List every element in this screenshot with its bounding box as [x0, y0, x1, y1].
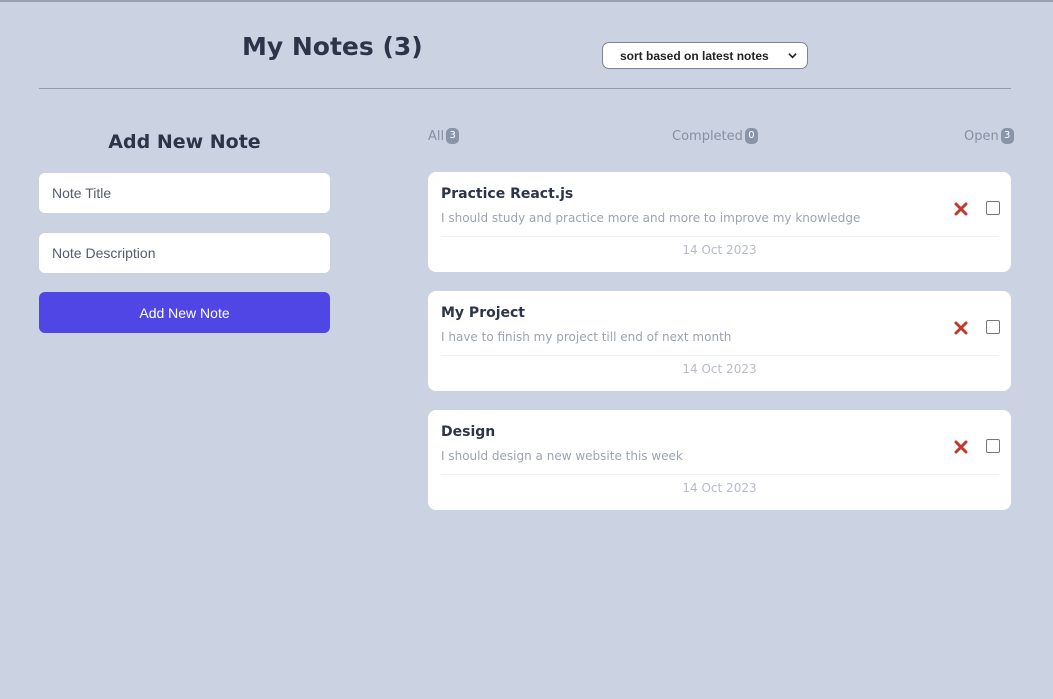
sort-select-value: sort based on latest notes [620, 48, 769, 63]
note-title: Practice React.js [441, 186, 574, 202]
count-badge: 0 [744, 128, 758, 144]
divider [441, 474, 999, 475]
note-date: 14 Oct 2023 [682, 362, 757, 376]
filter-label: Open [964, 128, 999, 144]
form-title: Add New Note [108, 131, 261, 153]
header: My Notes (3) sort based on latest notes [39, 28, 1011, 89]
add-note-button[interactable]: Add New Note [39, 292, 330, 333]
count-badge: 3 [1000, 128, 1014, 144]
note-card: Design I should design a new website thi… [428, 410, 1011, 510]
note-title: Design [441, 424, 496, 440]
add-note-form: Add New Note Note Title Note Description… [39, 128, 330, 333]
filter-label: Completed [672, 128, 743, 144]
note-description-input[interactable]: Note Description [39, 233, 330, 273]
close-x-icon[interactable] [954, 440, 968, 454]
note-date: 14 Oct 2023 [682, 481, 757, 495]
filter-open[interactable]: Open 3 [964, 128, 1014, 144]
filter-all[interactable]: All 3 [428, 128, 460, 144]
filter-tabs: All 3 Completed 0 Open 3 [428, 128, 1014, 148]
note-date: 14 Oct 2023 [682, 243, 757, 257]
divider [441, 236, 999, 237]
close-x-icon[interactable] [954, 321, 968, 335]
note-description: I have to finish my project till end of … [441, 330, 732, 344]
note-description-placeholder: Note Description [52, 245, 156, 261]
complete-checkbox[interactable] [986, 320, 1000, 334]
filter-label: All [428, 128, 445, 144]
chevron-down-icon [788, 53, 797, 59]
window-top-border [0, 0, 1053, 2]
count-badge: 3 [446, 128, 460, 144]
close-x-icon[interactable] [954, 202, 968, 216]
note-title-input[interactable]: Note Title [39, 173, 330, 213]
note-description: I should design a new website this week [441, 449, 683, 463]
sort-select[interactable]: sort based on latest notes [602, 42, 808, 69]
note-title-placeholder: Note Title [52, 185, 112, 201]
page-title: My Notes (3) [242, 32, 423, 61]
complete-checkbox[interactable] [986, 439, 1000, 453]
complete-checkbox[interactable] [986, 201, 1000, 215]
note-description: I should study and practice more and mor… [441, 211, 861, 225]
note-card: Practice React.js I should study and pra… [428, 172, 1011, 272]
note-title: My Project [441, 305, 525, 321]
filter-completed[interactable]: Completed 0 [672, 128, 758, 144]
divider [441, 355, 999, 356]
note-card: My Project I have to finish my project t… [428, 291, 1011, 391]
